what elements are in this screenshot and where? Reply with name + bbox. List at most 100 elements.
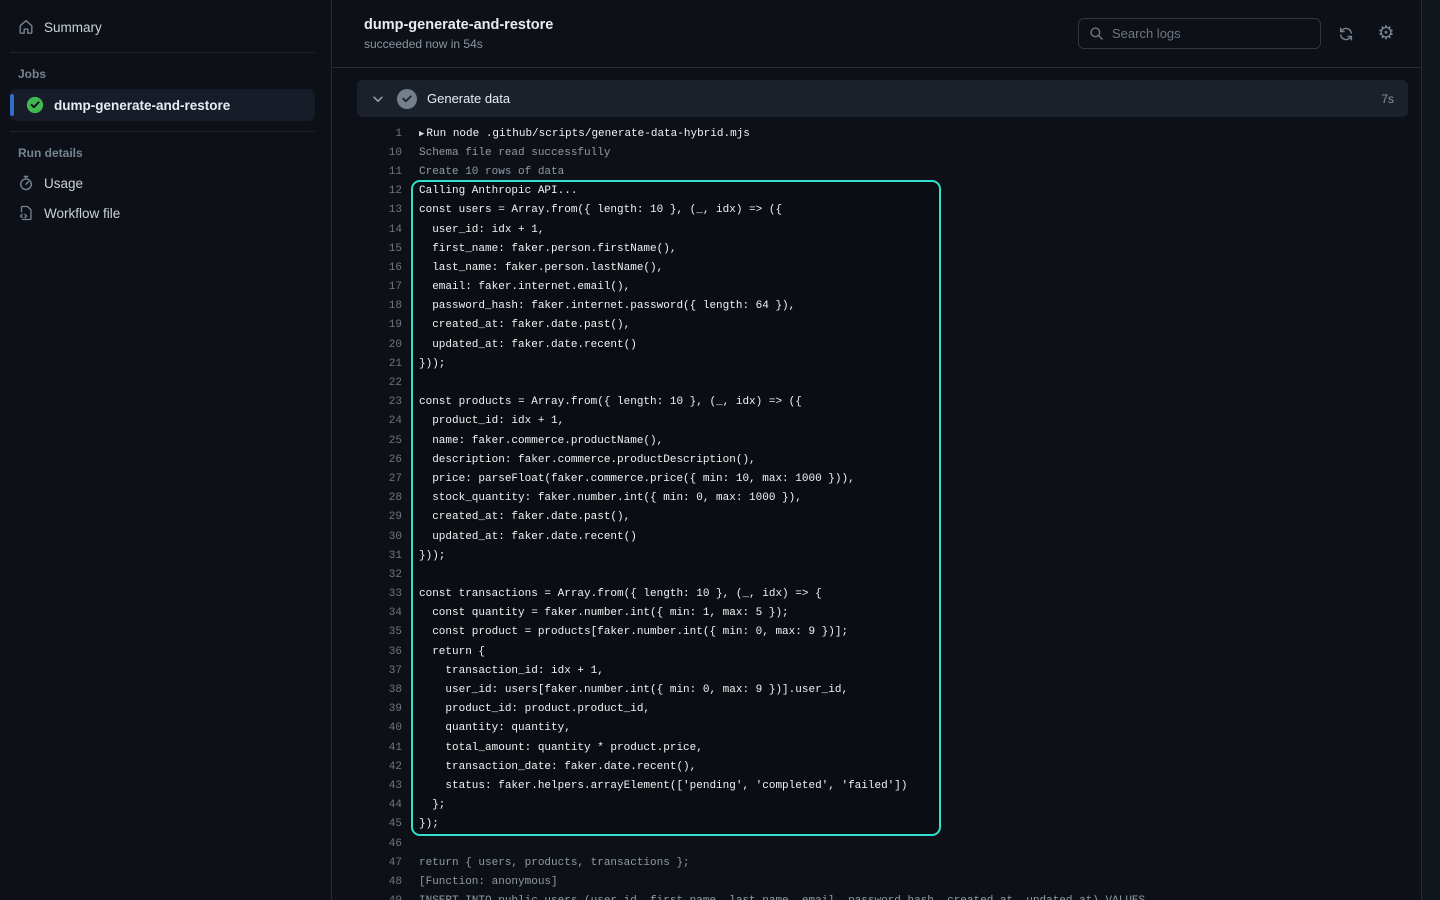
search-logs-input[interactable] <box>1112 26 1310 41</box>
log-line-number[interactable]: 40 <box>357 722 402 734</box>
log-line-number[interactable]: 48 <box>357 876 402 888</box>
sidebar-item-workflow-file[interactable]: Workflow file <box>10 198 315 228</box>
log-line: 42 transaction_date: faker.date.recent()… <box>357 757 1440 776</box>
log-line-text: quantity: quantity, <box>419 722 571 734</box>
log-line: 10Schema file read successfully <box>357 143 1440 162</box>
log-line-text: const product = products[faker.number.in… <box>419 626 848 638</box>
log-line-text: }); <box>419 818 439 830</box>
log-line-text: INSERT INTO public.users (user_id, first… <box>419 895 1145 900</box>
sidebar-item-label: Summary <box>44 20 102 35</box>
log-line: 36 return { <box>357 642 1440 661</box>
log-line-number[interactable]: 15 <box>357 243 402 255</box>
sidebar-item-summary[interactable]: Summary <box>10 12 315 42</box>
log-settings-button[interactable]: ⚙ <box>1371 19 1401 49</box>
log-line-number[interactable]: 19 <box>357 319 402 331</box>
log-line-text: Calling Anthropic API... <box>419 185 577 197</box>
log-line: 22 <box>357 373 1440 392</box>
log-line: 35 const product = products[faker.number… <box>357 623 1440 642</box>
log-line: 24 product_id: idx + 1, <box>357 412 1440 431</box>
sidebar-item-job[interactable]: dump-generate-and-restore <box>10 89 315 121</box>
refresh-logs-button[interactable] <box>1331 19 1361 49</box>
log-line-text: const quantity = faker.number.int({ min:… <box>419 607 789 619</box>
log-line-number[interactable]: 23 <box>357 396 402 408</box>
log-line-number[interactable]: 43 <box>357 780 402 792</box>
log-line: 30 updated_at: faker.date.recent() <box>357 527 1440 546</box>
log-line-number[interactable]: 25 <box>357 435 402 447</box>
log-line-text: first_name: faker.person.firstName(), <box>419 243 676 255</box>
log-line-text: stock_quantity: faker.number.int({ min: … <box>419 492 802 504</box>
log-line-text: description: faker.commerce.productDescr… <box>419 454 756 466</box>
log-line-number[interactable]: 39 <box>357 703 402 715</box>
log-line-text: name: faker.commerce.productName(), <box>419 435 663 447</box>
log-line-number[interactable]: 45 <box>357 818 402 830</box>
log-line: 40 quantity: quantity, <box>357 719 1440 738</box>
log-line-number[interactable]: 38 <box>357 684 402 696</box>
run-title: dump-generate-and-restore <box>364 17 553 33</box>
log-line-text: created_at: faker.date.past(), <box>419 511 630 523</box>
sidebar-divider <box>10 131 315 132</box>
log-line: 48[Function: anonymous] <box>357 872 1440 891</box>
log-line-number[interactable]: 21 <box>357 358 402 370</box>
log-line-number[interactable]: 35 <box>357 626 402 638</box>
log-line-text: status: faker.helpers.arrayElement(['pen… <box>419 780 907 792</box>
log-line-number[interactable]: 29 <box>357 511 402 523</box>
step-name-label: Generate data <box>427 91 510 106</box>
search-logs-box[interactable] <box>1078 18 1321 49</box>
log-line-number[interactable]: 27 <box>357 473 402 485</box>
log-line: 29 created_at: faker.date.past(), <box>357 508 1440 527</box>
log-line-number[interactable]: 13 <box>357 204 402 216</box>
log-line-number[interactable]: 22 <box>357 377 402 389</box>
step-duration-label: 7s <box>1381 92 1394 106</box>
log-line-number[interactable]: 34 <box>357 607 402 619</box>
sidebar-item-label: Usage <box>44 176 83 191</box>
log-line-number[interactable]: 24 <box>357 415 402 427</box>
log-line: 16 last_name: faker.person.lastName(), <box>357 258 1440 277</box>
log-line-number[interactable]: 11 <box>357 166 402 178</box>
log-line: 26 description: faker.commerce.productDe… <box>357 450 1440 469</box>
log-line-number[interactable]: 33 <box>357 588 402 600</box>
expand-command-icon[interactable]: ▶ <box>419 129 424 139</box>
log-line-number[interactable]: 12 <box>357 185 402 197</box>
log-line-number[interactable]: 47 <box>357 857 402 869</box>
log-line-number[interactable]: 31 <box>357 550 402 562</box>
log-line-number[interactable]: 1 <box>357 128 402 140</box>
log-line-number[interactable]: 28 <box>357 492 402 504</box>
log-line-number[interactable]: 30 <box>357 531 402 543</box>
log-line-number[interactable]: 37 <box>357 665 402 677</box>
log-line-number[interactable]: 41 <box>357 742 402 754</box>
log-line-number[interactable]: 36 <box>357 646 402 658</box>
log-line: 28 stock_quantity: faker.number.int({ mi… <box>357 489 1440 508</box>
log-line-number[interactable]: 44 <box>357 799 402 811</box>
active-job-indicator <box>10 94 14 116</box>
log-line-number[interactable]: 26 <box>357 454 402 466</box>
log-line-number[interactable]: 16 <box>357 262 402 274</box>
step-header-generate-data[interactable]: Generate data 7s <box>357 80 1408 117</box>
log-line-number[interactable]: 32 <box>357 569 402 581</box>
log-line-text: const transactions = Array.from({ length… <box>419 588 822 600</box>
log-line-number[interactable]: 14 <box>357 224 402 236</box>
log-line-text: updated_at: faker.date.recent() <box>419 531 637 543</box>
sync-icon <box>1338 26 1354 42</box>
log-line-number[interactable]: 46 <box>357 838 402 850</box>
jobs-section-header: Jobs <box>18 67 315 81</box>
chevron-down-icon[interactable] <box>371 92 385 106</box>
log-line-text: updated_at: faker.date.recent() <box>419 339 637 351</box>
job-success-check-icon <box>26 96 44 114</box>
log-line-text: last_name: faker.person.lastName(), <box>419 262 663 274</box>
sidebar-item-usage[interactable]: Usage <box>10 168 315 198</box>
log-line: 45}); <box>357 815 1440 834</box>
log-line-number[interactable]: 17 <box>357 281 402 293</box>
log-line-number[interactable]: 10 <box>357 147 402 159</box>
log-line-number[interactable]: 42 <box>357 761 402 773</box>
log-line: 49 INSERT INTO public.users (user_id, fir… <box>357 892 1440 900</box>
log-line-text: ▶Run node .github/scripts/generate-data-… <box>419 128 750 140</box>
log-line-text: return { users, products, transactions }… <box>419 857 690 869</box>
log-line-number[interactable]: 20 <box>357 339 402 351</box>
log-line-number[interactable]: 49 <box>357 895 402 900</box>
log-line-text: }; <box>419 799 445 811</box>
log-line-number[interactable]: 18 <box>357 300 402 312</box>
sidebar-item-label: Workflow file <box>44 206 120 221</box>
log-line: 47 return { users, products, transactions… <box>357 853 1440 872</box>
file-code-icon <box>18 205 34 221</box>
run-details-section-header: Run details <box>18 146 315 160</box>
